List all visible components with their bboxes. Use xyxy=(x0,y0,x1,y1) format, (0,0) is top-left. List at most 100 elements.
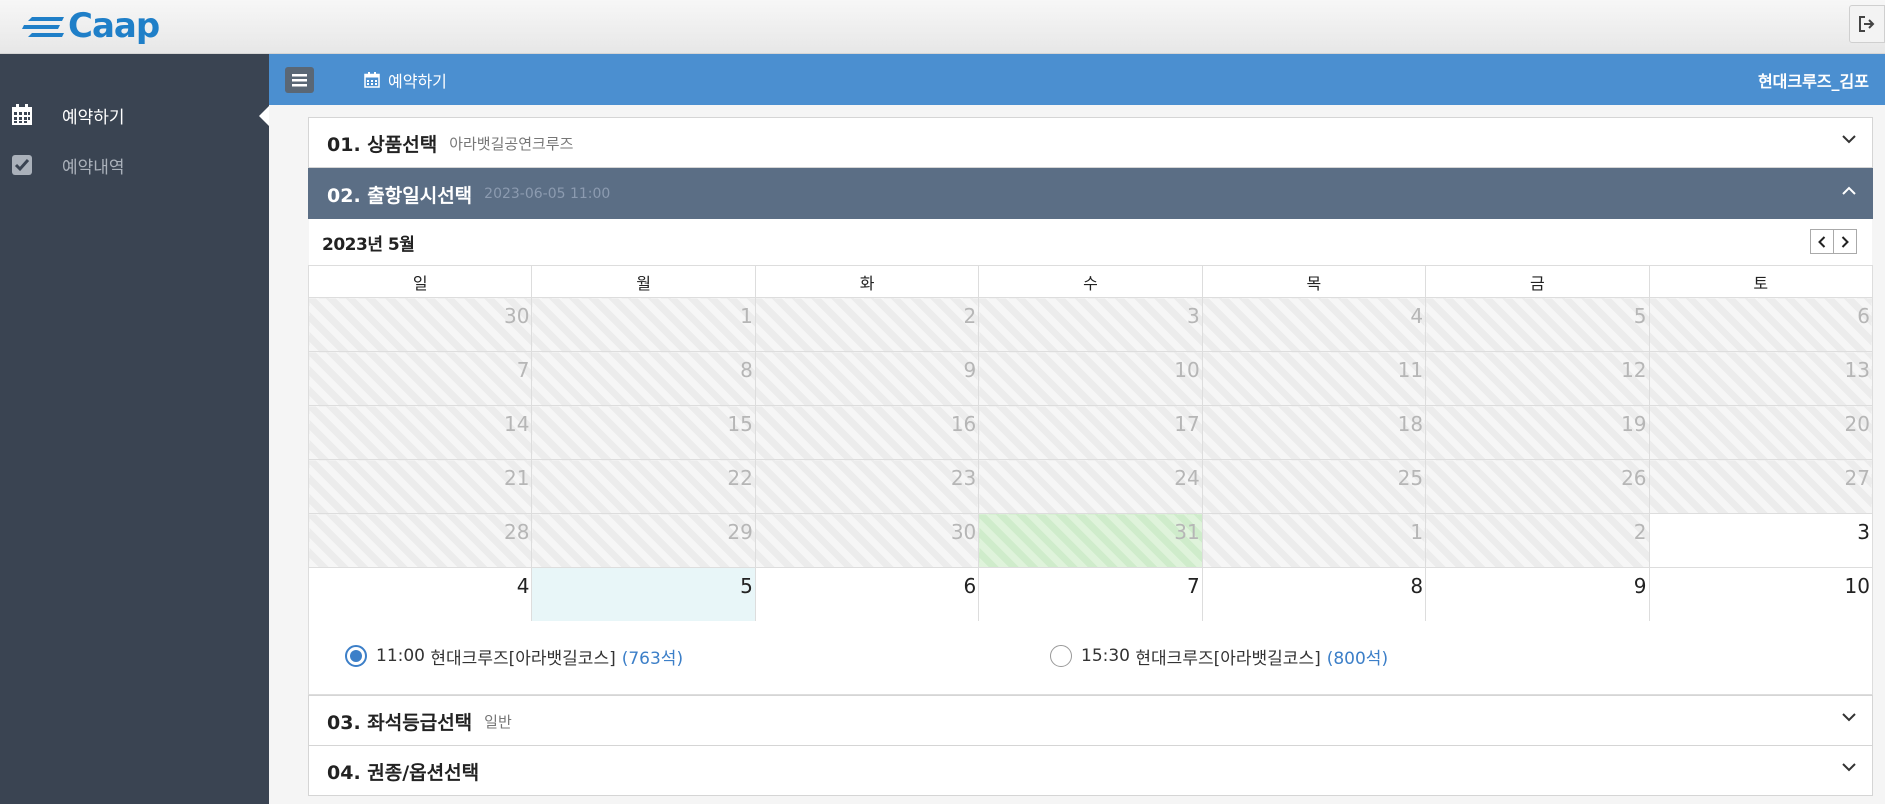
time-label: 11:00 xyxy=(376,646,425,666)
calendar-day-disabled: 4 xyxy=(1201,297,1427,352)
menu-toggle-button[interactable] xyxy=(285,67,314,93)
calendar-icon xyxy=(10,103,34,127)
step-number-label: 02. 출항일시선택 xyxy=(327,184,473,207)
sidebar-item-history[interactable]: 예약내역 xyxy=(0,143,269,187)
caap-logo[interactable]: Caap xyxy=(22,4,160,48)
calendar-week-row: 7 8 9 10 11 12 13 xyxy=(307,351,1874,406)
step-number-label: 04. 권종/옵션선택 xyxy=(327,761,480,784)
weekday-tue: 화 xyxy=(754,265,980,298)
calendar-day-disabled: 2 xyxy=(754,297,980,352)
step-title: 01. 상품선택 아라뱃길공연크루즈 xyxy=(327,118,573,168)
calendar-nav xyxy=(1810,229,1857,254)
chevron-up-icon xyxy=(1842,186,1856,195)
main-content: 01. 상품선택 아라뱃길공연크루즈 02. 출항일시선택 2023-06-05… xyxy=(269,105,1885,804)
calendar-week-row: 21 22 23 24 25 26 27 xyxy=(307,459,1874,514)
calendar-day[interactable]: 6 xyxy=(754,567,980,622)
calendar-day-disabled: 2 xyxy=(1425,513,1650,568)
page-title-bar: 예약하기 현대크루즈_김포 xyxy=(269,54,1885,105)
step-product-select[interactable]: 01. 상품선택 아라뱃길공연크루즈 xyxy=(308,117,1873,168)
calendar-month-title: 2023년 5월 xyxy=(322,234,415,255)
user-name: 현대크루즈_김포 xyxy=(1757,71,1869,91)
calendar-day-disabled: 30 xyxy=(307,297,533,352)
weekday-thu: 목 xyxy=(1201,265,1427,298)
seat-count: (800석) xyxy=(1326,648,1389,669)
calendar-header: 2023년 5월 xyxy=(309,219,1872,265)
time-label: 15:30 xyxy=(1081,646,1130,666)
sidebar: 예약하기 예약내역 xyxy=(0,54,269,804)
page-title: 예약하기 xyxy=(364,54,447,105)
calendar-day-disabled: 5 xyxy=(1425,297,1650,352)
step-value: 2023-06-05 11:00 xyxy=(484,186,611,202)
cruise-name: 현대크루즈[아라뱃길코스] xyxy=(1135,648,1321,669)
calendar-day[interactable]: 10 xyxy=(1648,567,1874,622)
calendar-day-disabled: 13 xyxy=(1648,351,1874,406)
page-title-text: 예약하기 xyxy=(388,71,447,91)
calendar-day-today: 31 xyxy=(978,513,1203,568)
prev-month-button[interactable] xyxy=(1810,229,1834,254)
calendar-day-disabled: 27 xyxy=(1648,459,1874,514)
step-title: 03. 좌석등급선택 일반 xyxy=(327,696,512,746)
calendar-day-disabled: 21 xyxy=(307,459,533,514)
chevron-down-icon xyxy=(1842,763,1856,772)
next-month-button[interactable] xyxy=(1833,229,1857,254)
calendar-day-disabled: 1 xyxy=(1201,513,1427,568)
calendar-day-disabled: 18 xyxy=(1201,405,1427,460)
calendar-day-disabled: 28 xyxy=(307,513,533,568)
calendar-day[interactable]: 9 xyxy=(1425,567,1650,622)
step-number-label: 01. 상품선택 xyxy=(327,133,438,156)
calendar-day-disabled: 3 xyxy=(978,297,1203,352)
calendar-day-disabled: 6 xyxy=(1648,297,1874,352)
calendar-day-disabled: 11 xyxy=(1201,351,1427,406)
calendar-day-disabled: 30 xyxy=(754,513,980,568)
calendar-day-disabled: 19 xyxy=(1425,405,1650,460)
calendar-day-disabled: 17 xyxy=(978,405,1203,460)
seat-count: (763석) xyxy=(621,648,684,669)
calendar-day[interactable]: 7 xyxy=(978,567,1203,622)
step-number-label: 03. 좌석등급선택 xyxy=(327,711,473,734)
chevron-down-icon xyxy=(1842,713,1856,722)
radio-selected[interactable] xyxy=(345,645,367,667)
weekday-mon: 월 xyxy=(531,265,756,298)
calendar-day-disabled: 20 xyxy=(1648,405,1874,460)
time-option-1100[interactable]: 11:00 현대크루즈[아라뱃길코스] (763석) xyxy=(345,621,683,691)
calendar-week-row: 28 29 30 31 1 2 3 xyxy=(307,513,1874,568)
weekday-header-row: 일 월 화 수 목 금 토 xyxy=(307,265,1874,298)
calendar-week-row: 14 15 16 17 18 19 20 xyxy=(307,405,1874,460)
calendar-day[interactable]: 3 xyxy=(1648,513,1874,568)
calendar-day-disabled: 7 xyxy=(307,351,533,406)
calendar-grid: 일 월 화 수 목 금 토 30 1 2 3 4 5 6 7 8 9 10 11… xyxy=(307,265,1874,622)
time-option-1530[interactable]: 15:30 현대크루즈[아라뱃길코스] (800석) xyxy=(1050,621,1388,691)
top-header: Caap xyxy=(0,0,1885,54)
calendar-day-disabled: 8 xyxy=(531,351,756,406)
radio-unselected[interactable] xyxy=(1050,645,1072,667)
calendar-day-disabled: 22 xyxy=(531,459,756,514)
chevron-right-icon xyxy=(1841,235,1849,248)
calendar-day-disabled: 10 xyxy=(978,351,1203,406)
calendar-day-disabled: 24 xyxy=(978,459,1203,514)
calendar-day-disabled: 29 xyxy=(531,513,756,568)
active-indicator xyxy=(259,106,269,126)
calendar-icon xyxy=(364,71,380,88)
step-value: 일반 xyxy=(484,712,512,731)
logout-button[interactable] xyxy=(1849,5,1885,43)
weekday-fri: 금 xyxy=(1425,265,1650,298)
step-ticket-option-select[interactable]: 04. 권종/옵션선택 xyxy=(308,745,1873,796)
weekday-sun: 일 xyxy=(307,265,533,298)
departure-time-options: 11:00 현대크루즈[아라뱃길코스] (763석) 15:30 현대크루즈[아… xyxy=(308,621,1873,695)
hamburger-icon xyxy=(292,73,307,86)
calendar-day-selected[interactable]: 5 xyxy=(531,567,756,622)
calendar-week-row: 30 1 2 3 4 5 6 xyxy=(307,297,1874,352)
calendar-day-disabled: 25 xyxy=(1201,459,1427,514)
sidebar-item-reserve[interactable]: 예약하기 xyxy=(0,93,269,137)
step-departure-select[interactable]: 02. 출항일시선택 2023-06-05 11:00 xyxy=(308,168,1873,219)
calendar-day[interactable]: 8 xyxy=(1201,567,1427,622)
calendar-day[interactable]: 4 xyxy=(307,567,533,622)
check-square-icon xyxy=(10,153,34,177)
weekday-wed: 수 xyxy=(978,265,1203,298)
calendar-day-disabled: 12 xyxy=(1425,351,1650,406)
calendar-week-row: 4 5 6 7 8 9 10 xyxy=(307,567,1874,622)
step-seat-class-select[interactable]: 03. 좌석등급선택 일반 xyxy=(308,695,1873,746)
sign-out-icon xyxy=(1859,16,1875,32)
step-value: 아라뱃길공연크루즈 xyxy=(449,134,574,153)
calendar-day-disabled: 23 xyxy=(754,459,980,514)
